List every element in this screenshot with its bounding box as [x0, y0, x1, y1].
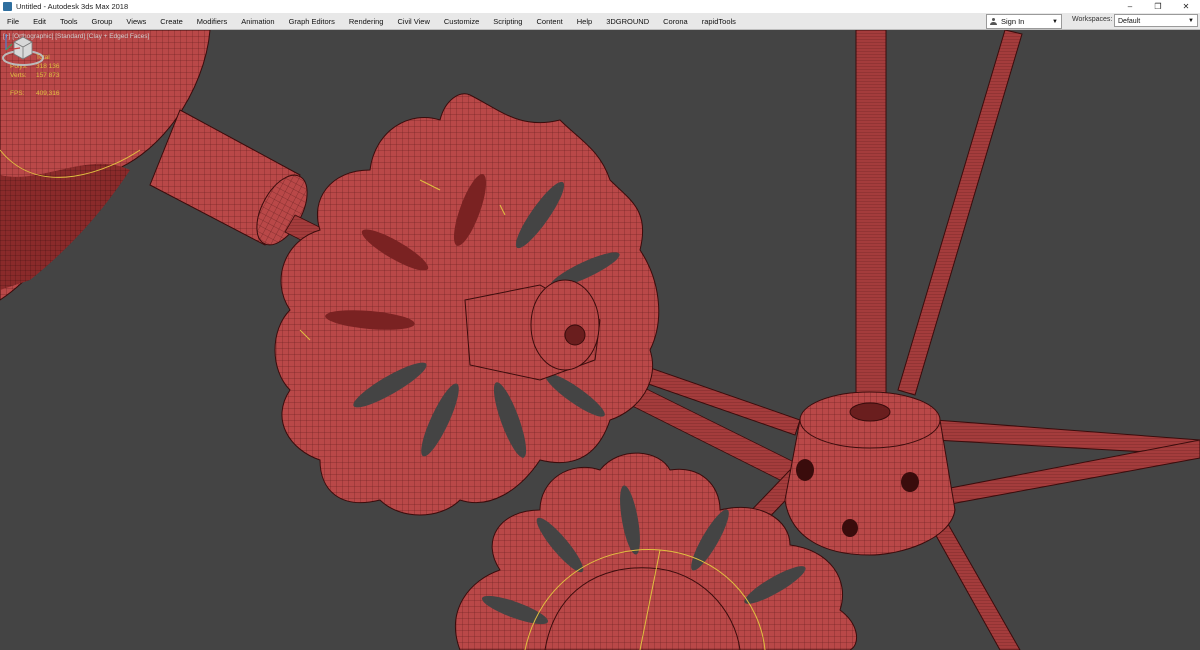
workspaces-select[interactable]: Default ▼	[1114, 14, 1198, 27]
menu-customize[interactable]: Customize	[437, 17, 486, 26]
viewport-orthographic[interactable]: [+] [Orthographic] [Standard] [Clay + Ed…	[0, 30, 1200, 650]
axis-tripod-icon	[5, 34, 21, 51]
sign-in-dropdown[interactable]: Sign In ▼	[986, 14, 1062, 29]
fps-value: 409,316	[36, 90, 60, 97]
workspaces-value: Default	[1118, 18, 1141, 25]
menu-modifiers[interactable]: Modifiers	[190, 17, 234, 26]
close-button[interactable]: ✕	[1172, 0, 1200, 13]
menu-animation[interactable]: Animation	[234, 17, 281, 26]
minimize-button[interactable]: –	[1116, 0, 1144, 13]
window-title: Untitled - Autodesk 3ds Max 2018	[16, 2, 129, 11]
app-icon	[3, 2, 12, 11]
person-icon	[990, 18, 997, 25]
menu-rendering[interactable]: Rendering	[342, 17, 391, 26]
chevron-down-icon: ▼	[1052, 18, 1058, 25]
sign-in-label: Sign In	[1001, 17, 1025, 26]
fps-label: FPS:	[10, 90, 25, 97]
menu-file[interactable]: File	[0, 17, 26, 26]
menu-bar: File Edit Tools Group Views Create Modif…	[0, 13, 1200, 30]
vertical-pole	[855, 30, 887, 416]
chevron-down-icon: ▼	[1188, 18, 1194, 24]
menu-help[interactable]: Help	[570, 17, 599, 26]
menu-rapidtools[interactable]: rapidTools	[695, 17, 743, 26]
menu-3dground[interactable]: 3DGROUND	[599, 17, 656, 26]
window-titlebar: Untitled - Autodesk 3ds Max 2018 – ❐ ✕	[0, 0, 1200, 13]
rod-upper-right	[897, 30, 1023, 396]
central-flower	[274, 93, 660, 516]
verts-label: Verts:	[10, 72, 27, 79]
menu-edit[interactable]: Edit	[26, 17, 53, 26]
verts-value: 157 873	[36, 72, 60, 79]
menu-graph-editors[interactable]: Graph Editors	[282, 17, 342, 26]
menu-views[interactable]: Views	[119, 17, 153, 26]
menu-group[interactable]: Group	[85, 17, 120, 26]
scene-render	[0, 30, 1200, 650]
menu-scripting[interactable]: Scripting	[486, 17, 529, 26]
workspaces-label: Workspaces:	[1072, 16, 1113, 23]
central-hub	[784, 391, 956, 556]
menu-create[interactable]: Create	[153, 17, 190, 26]
menu-civil-view[interactable]: Civil View	[390, 17, 436, 26]
window-controls: – ❐ ✕	[1116, 0, 1200, 13]
menu-tools[interactable]: Tools	[53, 17, 85, 26]
rod-right-2	[939, 439, 1200, 506]
restore-button[interactable]: ❐	[1144, 0, 1172, 13]
menu-corona[interactable]: Corona	[656, 17, 695, 26]
menu-content[interactable]: Content	[529, 17, 569, 26]
